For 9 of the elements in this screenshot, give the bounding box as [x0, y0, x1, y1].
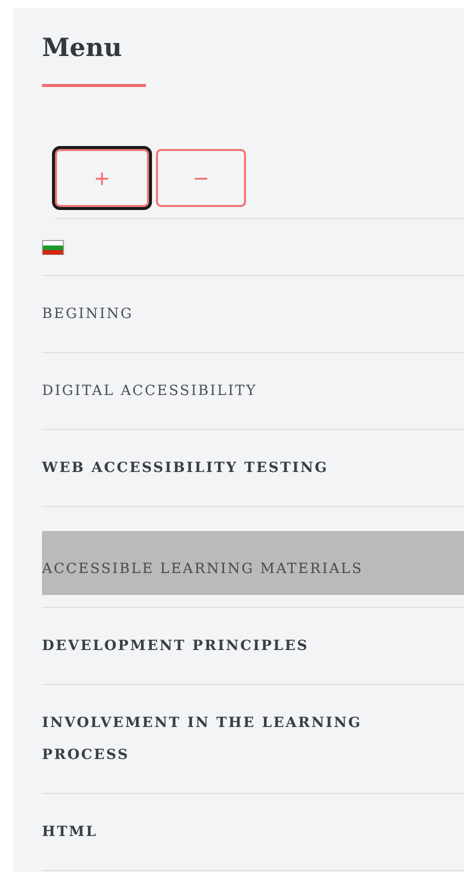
menu-link[interactable]: WEB ACCESSIBILITY TESTING	[42, 452, 464, 484]
menu-link[interactable]: BEGINING	[42, 298, 464, 330]
menu-link[interactable]: HTML	[42, 816, 464, 848]
menu-link[interactable]: DIGITAL ACCESSIBILITY	[42, 375, 464, 407]
menu-link[interactable]: DEVELOPMENT PRINCIPLES	[42, 630, 464, 662]
menu-heading: Menu	[42, 32, 123, 64]
menu-link[interactable]: INVOLVEMENT IN THE LEARNING PROCESS	[42, 707, 464, 771]
menu-link[interactable]: ACCESSIBLE LEARNING MATERIALS	[42, 531, 464, 595]
flag-icon[interactable]	[42, 240, 64, 254]
